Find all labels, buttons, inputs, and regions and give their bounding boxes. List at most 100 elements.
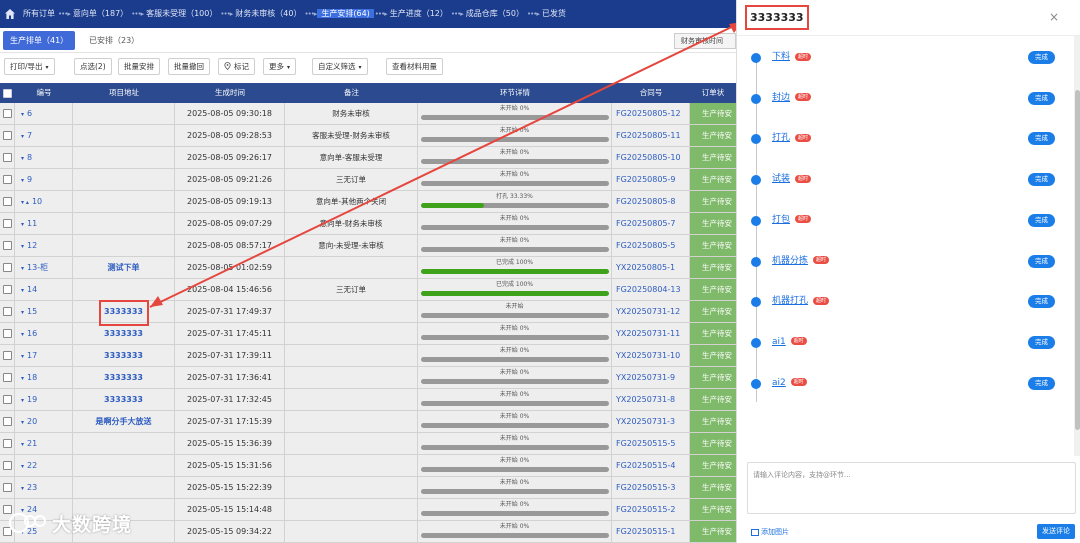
home-icon[interactable] <box>4 8 17 21</box>
contract-number-link[interactable]: FG20250515-5 <box>612 433 690 454</box>
step-name-link[interactable]: 下料 超时 <box>772 50 812 64</box>
step-progress[interactable]: 未开始 <box>418 301 612 322</box>
step-progress[interactable]: 未开始 0% <box>418 169 612 190</box>
project-address-link[interactable] <box>73 279 175 300</box>
row-checkbox-cell[interactable] <box>0 433 15 454</box>
expand-icon[interactable]: ▾ <box>21 419 24 426</box>
row-checkbox[interactable] <box>2 307 12 316</box>
row-checkbox[interactable] <box>2 241 12 250</box>
table-row[interactable]: ▾ 20 是啊分手大放送 2025-07-31 17:15:39 未开始 0% YX202… <box>0 411 736 433</box>
table-row[interactable]: ▾ 21 2025-05-15 15:36:39 未开始 0% FG20250515-5… <box>0 433 736 455</box>
nav-step-1[interactable]: 意向单（187） <box>71 9 130 18</box>
order-number[interactable]: ▾ 22 <box>15 455 73 476</box>
row-checkbox[interactable] <box>2 373 12 382</box>
contract-number-link[interactable]: FG20250515-3 <box>612 477 690 498</box>
col-contract[interactable]: 合同号 <box>612 83 690 103</box>
contract-number-link[interactable]: YX20250731-9 <box>612 367 690 388</box>
expand-icon[interactable]: ▾ <box>21 353 24 360</box>
contract-number-link[interactable]: FG20250515-1 <box>612 521 690 542</box>
col-status[interactable]: 订单状 <box>690 83 736 103</box>
order-number[interactable]: ▾ 20 <box>15 411 73 432</box>
row-checkbox[interactable] <box>2 439 12 448</box>
expand-icon[interactable]: ▾ <box>21 243 24 250</box>
project-address-link[interactable]: 3333333 <box>73 323 175 344</box>
nav-step-6[interactable]: 成品仓库（50） <box>464 9 526 18</box>
step-progress[interactable]: 未开始 0% <box>418 213 612 234</box>
contract-number-link[interactable]: YX20250731-8 <box>612 389 690 410</box>
project-address-link[interactable] <box>73 433 175 454</box>
order-number[interactable]: ▾ 14 <box>15 279 73 300</box>
expand-icon[interactable]: ▾ <box>21 331 24 338</box>
step-name-link[interactable]: 试装 超时 <box>772 172 812 186</box>
custom-filter-button[interactable]: 自定义筛选 ▾ <box>312 58 368 75</box>
batch-arrange-button[interactable]: 批量安排 <box>118 58 160 75</box>
project-address-link[interactable] <box>73 103 175 124</box>
complete-step-button[interactable]: 完成 <box>1028 295 1055 309</box>
view-material-usage-button[interactable]: 查看材料用量 <box>386 58 443 75</box>
project-address-link[interactable]: 3333333 <box>73 345 175 366</box>
row-checkbox-cell[interactable] <box>0 125 15 146</box>
order-number[interactable]: ▾ 23 <box>15 477 73 498</box>
project-address-link[interactable] <box>73 147 175 168</box>
step-progress[interactable]: 未开始 0% <box>418 235 612 256</box>
step-name-link[interactable]: 封边 超时 <box>772 91 812 105</box>
send-comment-button[interactable]: 发送评论 <box>1037 524 1075 539</box>
col-address[interactable]: 项目地址 <box>73 83 175 103</box>
contract-number-link[interactable]: FG20250805-12 <box>612 103 690 124</box>
expand-icon[interactable]: ▾ <box>21 485 24 492</box>
table-row[interactable]: ▾ 15 3333333 2025-07-31 17:49:37 未开始 YX202507… <box>0 301 736 323</box>
row-checkbox[interactable] <box>2 351 12 360</box>
complete-step-button[interactable]: 完成 <box>1028 132 1055 146</box>
row-checkbox-cell[interactable] <box>0 411 15 432</box>
table-row[interactable]: ▾ 16 3333333 2025-07-31 17:45:11 未开始 0% YX202… <box>0 323 736 345</box>
table-row[interactable]: ▾ 14 2025-08-04 15:46:56 三无订单 已完成 100% FG2025… <box>0 279 736 301</box>
row-checkbox[interactable] <box>2 483 12 492</box>
row-checkbox-cell[interactable] <box>0 455 15 476</box>
step-progress[interactable]: 已完成 100% <box>418 279 612 300</box>
expand-icon[interactable]: ▾ <box>21 441 24 448</box>
row-checkbox-cell[interactable] <box>0 367 15 388</box>
complete-step-button[interactable]: 完成 <box>1028 173 1055 187</box>
table-row[interactable]: ▾ 13-柜 测试下单 2025-08-05 01:02:59 已完成 100% YX20… <box>0 257 736 279</box>
complete-step-button[interactable]: 完成 <box>1028 254 1055 268</box>
order-number[interactable]: ▾ 17 <box>15 345 73 366</box>
row-checkbox[interactable] <box>2 461 12 470</box>
complete-step-button[interactable]: 完成 <box>1028 51 1055 64</box>
col-number[interactable]: 编号 <box>15 83 73 103</box>
expand-icon[interactable]: ▾ <box>21 155 24 162</box>
complete-step-button[interactable]: 完成 <box>1028 91 1055 105</box>
row-checkbox[interactable] <box>2 285 12 294</box>
row-checkbox[interactable] <box>2 395 12 404</box>
order-number[interactable]: ▾ 16 <box>15 323 73 344</box>
expand-icon[interactable]: ▾ ▴ <box>21 199 29 206</box>
order-number[interactable]: ▾ 11 <box>15 213 73 234</box>
project-address-link[interactable]: 3333333 <box>73 301 175 322</box>
table-row[interactable]: ▾ 19 3333333 2025-07-31 17:32:45 未开始 0% YX202… <box>0 389 736 411</box>
row-checkbox[interactable] <box>2 109 12 118</box>
more-button[interactable]: 更多 ▾ <box>263 58 297 75</box>
step-progress[interactable]: 未开始 0% <box>418 499 612 520</box>
table-row[interactable]: ▾ 17 3333333 2025-07-31 17:39:11 未开始 0% YX202… <box>0 345 736 367</box>
order-number[interactable]: ▾ 18 <box>15 367 73 388</box>
row-checkbox-cell[interactable] <box>0 345 15 366</box>
col-note[interactable]: 备注 <box>285 83 418 103</box>
project-address-link[interactable] <box>73 191 175 212</box>
order-number[interactable]: ▾ 7 <box>15 125 73 146</box>
order-number[interactable]: ▾ 21 <box>15 433 73 454</box>
step-progress[interactable]: 打孔 33.33% <box>418 191 612 212</box>
project-address-link[interactable]: 3333333 <box>73 389 175 410</box>
step-name-link[interactable]: 打孔 超时 <box>772 131 812 145</box>
table-row[interactable]: ▾ 22 2025-05-15 15:31:56 未开始 0% FG20250515-4… <box>0 455 736 477</box>
step-name-link[interactable]: 机器打孔 超时 <box>772 294 830 308</box>
expand-icon[interactable]: ▾ <box>21 463 24 470</box>
project-address-link[interactable] <box>73 125 175 146</box>
contract-number-link[interactable]: FG20250515-4 <box>612 455 690 476</box>
row-checkbox[interactable] <box>2 329 12 338</box>
step-progress[interactable]: 未开始 0% <box>418 411 612 432</box>
expand-icon[interactable]: ▾ <box>21 309 24 316</box>
project-address-link[interactable] <box>73 213 175 234</box>
row-checkbox-cell[interactable] <box>0 191 15 212</box>
expand-icon[interactable]: ▾ <box>21 221 24 228</box>
row-checkbox[interactable] <box>2 153 12 162</box>
row-checkbox-cell[interactable] <box>0 323 15 344</box>
